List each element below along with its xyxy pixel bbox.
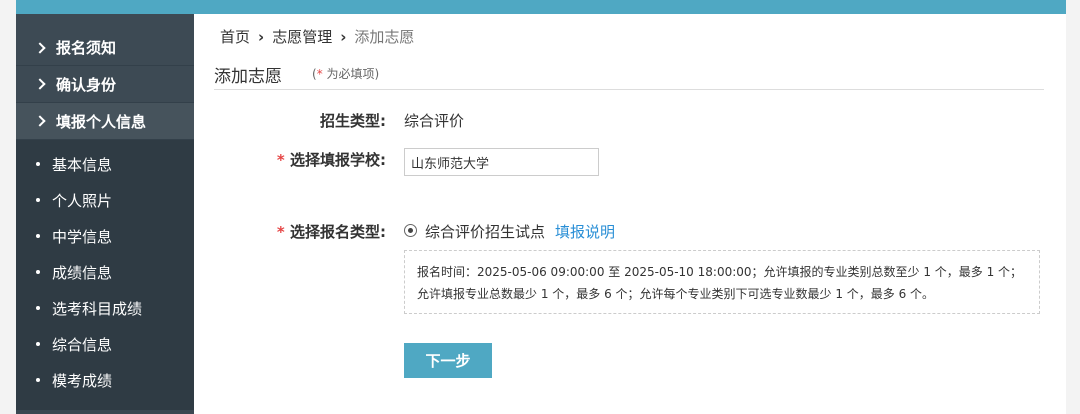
school-label: * 选择填报学校: — [277, 149, 386, 170]
info-line: 允许填报专业总数最少 1 个，最多 6 个；允许每个专业类别下可选专业数最少 1… — [417, 287, 935, 301]
apply-type-option-label[interactable]: 综合评价招生试点 — [425, 221, 545, 242]
breadcrumb-current: 添加志愿 — [354, 28, 415, 46]
top-bar — [16, 0, 1066, 14]
bullet-icon — [36, 198, 40, 202]
sidebar: 报名须知 确认身份 填报个人信息 基本信息 个人照片 中学信息 成绩信息 选考科… — [16, 14, 194, 414]
sidebar-item-label: 选考科目成绩 — [52, 299, 143, 318]
apply-type-label-text: 选择报名类型: — [290, 223, 386, 241]
main-content: 首页 › 志愿管理 › 添加志愿 添加志愿 (* 为必填项) 招生类型: 综合评… — [194, 14, 1066, 414]
page: 报名须知 确认身份 填报个人信息 基本信息 个人照片 中学信息 成绩信息 选考科… — [0, 0, 1080, 414]
sidebar-submenu: 基本信息 个人照片 中学信息 成绩信息 选考科目成绩 综合信息 模考成绩 — [16, 140, 194, 410]
sidebar-item-label: 报名须知 — [56, 39, 117, 57]
required-star: * — [276, 151, 285, 169]
admission-type-label: 招生类型: — [320, 110, 386, 131]
required-note-text: 为必填项) — [322, 67, 380, 81]
sidebar-item-label: 个人照片 — [52, 191, 113, 210]
apply-type-label: * 选择报名类型: — [277, 221, 386, 242]
sidebar-item-mock-exam[interactable]: 模考成绩 — [16, 362, 194, 398]
required-star: * — [276, 223, 285, 241]
sidebar-item-label: 中学信息 — [52, 227, 113, 246]
sidebar-item-label: 基本信息 — [52, 155, 113, 174]
bullet-icon — [36, 306, 40, 310]
sidebar-item-comprehensive[interactable]: 综合信息 — [16, 326, 194, 362]
chevron-right-icon — [34, 115, 46, 127]
sidebar-item-elective-grades[interactable]: 选考科目成绩 — [16, 290, 194, 326]
info-line: 报名时间：2025-05-06 09:00:00 至 2025-05-10 18… — [417, 265, 1023, 279]
bullet-icon — [36, 342, 40, 346]
sidebar-item-label: 成绩信息 — [52, 263, 113, 282]
chevron-right-icon: › — [340, 27, 347, 46]
next-button[interactable]: 下一步 — [404, 343, 492, 378]
chevron-right-icon — [34, 78, 46, 90]
bullet-icon — [36, 270, 40, 274]
bullet-icon — [36, 378, 40, 382]
page-title: 添加志愿 — [214, 67, 282, 87]
sidebar-item-high-school[interactable]: 中学信息 — [16, 218, 194, 254]
school-label-text: 选择填报学校: — [290, 151, 386, 169]
chevron-right-icon — [34, 41, 46, 54]
sidebar-item-grades[interactable]: 成绩信息 — [16, 254, 194, 290]
sidebar-item-basic-info[interactable]: 基本信息 — [16, 146, 194, 182]
breadcrumb-section[interactable]: 志愿管理 — [272, 26, 332, 47]
required-note: (* 为必填项) — [312, 65, 379, 82]
apply-type-radio[interactable] — [404, 224, 417, 237]
sidebar-item-photo[interactable]: 个人照片 — [16, 182, 194, 218]
bullet-icon — [36, 162, 40, 166]
admission-type-value: 综合评价 — [404, 112, 465, 130]
help-link[interactable]: 填报说明 — [555, 221, 615, 242]
breadcrumb: 首页 › 志愿管理 › 添加志愿 — [220, 26, 414, 47]
info-box: 报名时间：2025-05-06 09:00:00 至 2025-05-10 18… — [404, 250, 1040, 314]
admission-type-label-text: 招生类型: — [320, 112, 386, 130]
sidebar-item-apply-notice[interactable]: 报名须知 — [16, 14, 194, 66]
sidebar-item-label: 确认身份 — [56, 75, 117, 94]
sidebar-item-confirm-identity[interactable]: 确认身份 — [16, 66, 194, 103]
school-input[interactable] — [404, 148, 599, 176]
divider — [214, 89, 1044, 90]
sidebar-item-personal-info[interactable]: 填报个人信息 — [16, 103, 194, 140]
sidebar-item-label: 模考成绩 — [52, 371, 113, 390]
bullet-icon — [36, 234, 40, 238]
sidebar-item-label: 填报个人信息 — [56, 112, 147, 131]
breadcrumb-home[interactable]: 首页 — [220, 26, 250, 47]
chevron-right-icon: › — [258, 27, 265, 46]
sidebar-item-label: 综合信息 — [52, 335, 113, 354]
